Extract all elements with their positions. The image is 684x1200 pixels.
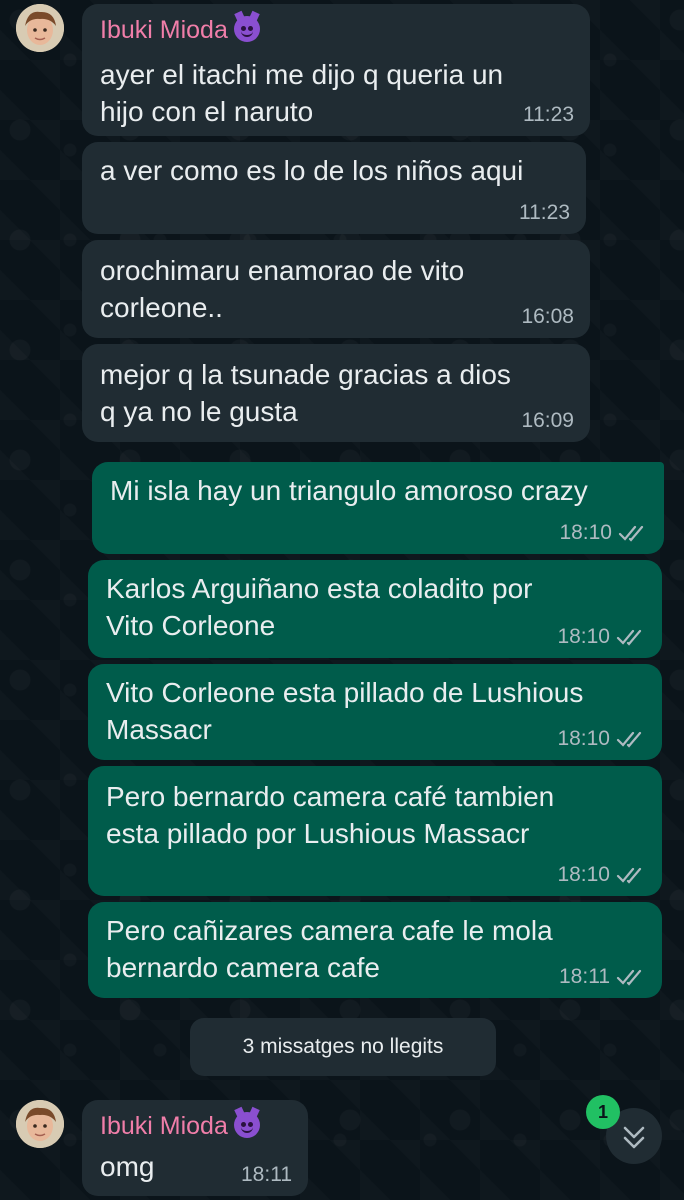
unread-count-badge: 1 xyxy=(586,1095,620,1129)
double-check-icon xyxy=(616,731,642,748)
sender-avatar[interactable] xyxy=(16,1100,64,1148)
incoming-message[interactable]: mejor q la tsunade gracias a dios q ya n… xyxy=(82,344,590,442)
message-text: mejor q la tsunade gracias a dios q ya n… xyxy=(100,359,511,427)
outgoing-message[interactable]: Pero cañizares camera cafe le mola berna… xyxy=(88,902,662,998)
sender-name: Ibuki Mioda xyxy=(100,1112,260,1141)
outgoing-message[interactable]: Karlos Arguiñano esta coladito por Vito … xyxy=(88,560,662,658)
message-time: 16:08 xyxy=(521,305,574,328)
message-time: 18:10 xyxy=(557,727,610,750)
outgoing-message[interactable]: Mi isla hay un triangulo amoroso crazy 1… xyxy=(92,462,664,554)
message-text: ayer el itachi me dijo q queria un hijo … xyxy=(100,59,504,127)
message-text: Mi isla hay un triangulo amoroso crazy xyxy=(110,475,588,506)
unread-messages-banner: 3 missatges no llegits xyxy=(190,1018,496,1076)
smiling-face-with-horns-icon xyxy=(233,1112,260,1138)
message-text: orochimaru enamorao de vito corleone.. xyxy=(100,255,465,323)
double-check-icon xyxy=(616,629,642,646)
incoming-message[interactable]: a ver como es lo de los niños aqui 11:23 xyxy=(82,142,586,234)
outgoing-message[interactable]: Vito Corleone esta pillado de Lushious M… xyxy=(88,664,662,760)
message-time: 11:23 xyxy=(523,103,574,126)
smiling-face-with-horns-icon xyxy=(233,16,260,42)
message-time: 16:09 xyxy=(521,409,574,432)
incoming-message[interactable]: Ibuki Mioda ayer el itachi me dijo q que… xyxy=(82,4,590,136)
incoming-message[interactable]: Ibuki Mioda omg 18:11 xyxy=(82,1100,308,1196)
message-time: 11:23 xyxy=(519,201,570,224)
incoming-message[interactable]: orochimaru enamorao de vito corleone.. 1… xyxy=(82,240,590,338)
message-text: Pero bernardo camera café tambien esta p… xyxy=(106,781,555,849)
message-time: 18:11 xyxy=(559,965,610,988)
double-check-icon xyxy=(616,969,642,986)
message-time: 18:10 xyxy=(559,521,612,544)
double-check-icon xyxy=(616,867,642,884)
message-time: 18:10 xyxy=(557,863,610,886)
double-check-icon xyxy=(618,525,644,542)
sender-name: Ibuki Mioda xyxy=(100,16,260,45)
message-time: 18:11 xyxy=(241,1163,292,1186)
message-time: 18:10 xyxy=(557,625,610,648)
outgoing-message[interactable]: Pero bernardo camera café tambien esta p… xyxy=(88,766,662,896)
message-text: a ver como es lo de los niños aqui xyxy=(100,155,524,186)
sender-avatar[interactable] xyxy=(16,4,64,52)
